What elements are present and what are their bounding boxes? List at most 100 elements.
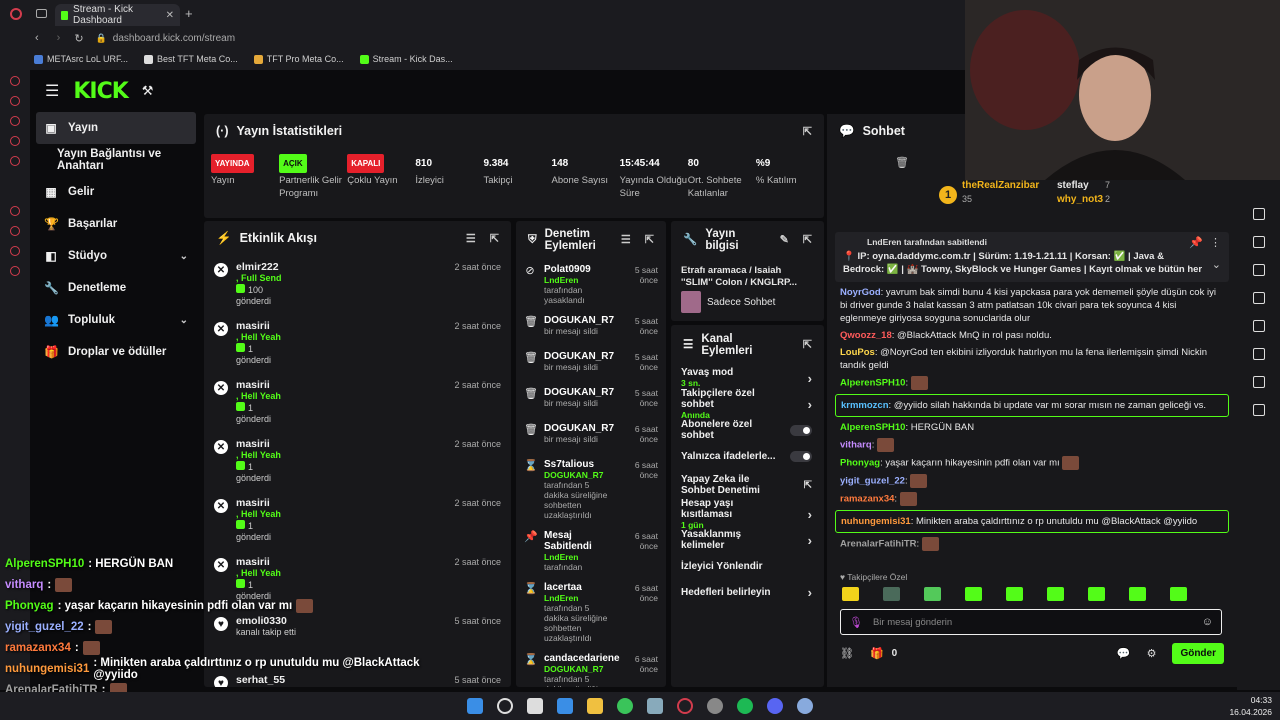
back-icon[interactable]: ‹ (35, 32, 39, 44)
nav-item-stream-key[interactable]: Yayın Bağlantısı ve Anahtarı (30, 144, 202, 176)
chat-message[interactable]: vitharq: (827, 436, 1237, 454)
close-icon[interactable]: ✕ (166, 10, 174, 21)
url-field[interactable]: dashboard.kick.com/stream (113, 33, 235, 44)
activity-user[interactable]: masirii (236, 379, 281, 391)
moderation-item[interactable]: 🗑 DOGUKAN_R7 bir mesajı sildi 5 saat önce (516, 310, 666, 346)
filter-icon[interactable]: ☰ (466, 232, 476, 245)
chat-username[interactable]: Phonyag (840, 458, 880, 469)
popout-icon[interactable]: ⇱ (490, 232, 499, 245)
activity-item[interactable]: ✕ elmir222, Full Send 100 gönderdi 2 saat ön… (204, 255, 511, 314)
emote[interactable] (965, 587, 982, 601)
emote[interactable] (924, 587, 941, 601)
nav-item-studyo[interactable]: ◧ Stüdyo ⌄ (30, 240, 202, 272)
moderation-user[interactable]: lacertaa (544, 582, 614, 593)
gear-icon[interactable]: ⚙ (1147, 647, 1157, 660)
nav-item-basarilar[interactable]: 🏆 Başarılar (30, 208, 202, 240)
moderation-item[interactable]: 📌 Mesaj Sabitlendi LndEren tarafından 6 saa… (516, 525, 666, 577)
popout-icon[interactable]: ⇱ (803, 125, 812, 138)
chat-username[interactable]: ramazanx34 (840, 494, 894, 505)
moderation-item[interactable]: ⌛ Ss7talious DOGUKAN_R7 tarafından 5 dakik… (516, 454, 666, 525)
chat-message[interactable]: Qwoozz_18: @BlackAttack MnQ in rol pası … (827, 327, 1237, 344)
nav-item-denetleme[interactable]: 🔧 Denetleme (30, 272, 202, 304)
whatsapp-icon[interactable] (617, 698, 633, 714)
browser-logo-icon[interactable] (10, 8, 22, 20)
chat-icon[interactable] (1252, 292, 1265, 304)
folder-icon[interactable] (587, 698, 603, 714)
browser-tab[interactable]: Stream - Kick Dashboard ✕ (55, 4, 180, 26)
lightning-icon[interactable] (1252, 236, 1265, 248)
channel-action[interactable]: Yapay Zeka ile Sohbet Denetimi ⇱ (671, 469, 824, 501)
sidebar-app-icon[interactable] (10, 226, 20, 236)
channel-action[interactable]: Hesap yaşı kısıtlaması 1 gün › (671, 498, 824, 530)
nav-item-topluluk[interactable]: 👥 Topluluk ⌄ (30, 304, 202, 336)
chat-message[interactable]: ramazanx34: (827, 490, 1237, 508)
chat-message[interactable]: ArenalarFatihiTR: (827, 535, 1237, 553)
chat-username[interactable]: yigit_guzel_22 (840, 476, 905, 487)
emote[interactable] (842, 587, 859, 601)
tab-actions-icon[interactable] (36, 9, 47, 18)
nav-item-yayin[interactable]: ▣ Yayın (36, 112, 196, 144)
moderation-user[interactable]: Ss7talious (544, 459, 614, 470)
chat-message[interactable]: nuhungemisi31: Minikten araba çaldırttın… (835, 510, 1229, 533)
moderation-user[interactable]: DOGUKAN_R7 (544, 423, 614, 434)
kick-logo[interactable]: KICK (73, 79, 128, 104)
channel-action[interactable]: Takipçilere özel sohbet Anında › (671, 388, 824, 420)
activity-user[interactable]: elmir222 (236, 261, 282, 273)
channel-action[interactable]: Yasaklanmış kelimeler › (671, 527, 824, 553)
clock-date[interactable]: 16.04.2026 (1229, 706, 1272, 718)
emote[interactable] (1047, 587, 1064, 601)
moderation-user[interactable]: DOGUKAN_R7 (544, 351, 614, 362)
discord-icon[interactable] (767, 698, 783, 714)
moderation-user[interactable]: candacedariene (544, 653, 620, 664)
sidebar-app-icon[interactable] (10, 156, 20, 166)
filter-icon[interactable]: ☰ (621, 234, 631, 246)
chat-username[interactable]: Qwoozz_18 (840, 330, 892, 341)
chat-input[interactable]: 🎙 Bir mesaj gönderin ☺ (840, 609, 1222, 635)
channel-action[interactable]: İzleyici Yönlendir (671, 553, 824, 579)
sidebar-app-icon[interactable] (10, 136, 20, 146)
toggle-switch[interactable] (790, 424, 812, 436)
chat-username[interactable]: NoyrGod (840, 287, 881, 298)
sidebar-app-icon[interactable] (10, 116, 20, 126)
emote[interactable] (1129, 587, 1146, 601)
popout-icon[interactable]: ⇱ (803, 339, 812, 351)
forward-icon[interactable]: › (57, 32, 61, 44)
moderation-item[interactable]: 🗑 DOGUKAN_R7 bir mesajı sildi 5 saat önce (516, 382, 666, 418)
activity-item[interactable]: ✕ masirii, Hell Yeah 1 gönderdi 2 saat önce (204, 491, 511, 550)
broadcast-icon[interactable] (1252, 320, 1265, 332)
edit-icon[interactable]: ✎ (780, 234, 789, 246)
stack-icon[interactable] (1252, 404, 1265, 416)
moderation-user[interactable]: DOGUKAN_R7 (544, 387, 614, 398)
fullscreen-icon[interactable] (1252, 208, 1265, 220)
chevron-down-icon[interactable]: ⌄ (1212, 258, 1221, 271)
activity-item[interactable]: ✕ masirii, Hell Yeah 1 gönderdi 2 saat önce (204, 373, 511, 432)
trash-icon[interactable]: 🗑 (895, 157, 909, 169)
activity-user[interactable]: masirii (236, 497, 281, 509)
app-icon[interactable] (707, 698, 723, 714)
chat-username[interactable]: nuhungemisi31 (841, 516, 911, 527)
channel-action[interactable]: Hedefleri belirleyin › (671, 579, 824, 605)
moderation-user[interactable]: Polat0909 (544, 264, 614, 275)
moderation-item[interactable]: ⌛ candacedarieneDOGUKAN_R7 tarafından 5 d… (516, 648, 666, 687)
app-icon[interactable] (647, 698, 663, 714)
sidebar-app-icon[interactable] (10, 266, 20, 276)
mic-icon[interactable]: 🎙 (849, 616, 863, 629)
menu-icon[interactable]: ☰ (45, 81, 59, 101)
activity-user[interactable]: masirii (236, 320, 281, 332)
document-icon[interactable] (1252, 264, 1265, 276)
moderation-item[interactable]: ⊘ Polat0909 LndEren tarafından yasaklandı 5… (516, 259, 666, 310)
leader-user[interactable]: theRealZanzibar (962, 180, 1039, 191)
hammer-icon[interactable]: ⚒ (142, 83, 154, 99)
link-icon[interactable]: ⛓ (840, 647, 854, 660)
channel-action[interactable]: Abonelere özel sohbet (671, 417, 824, 443)
sidebar-app-icon[interactable] (10, 206, 20, 216)
bookmark[interactable]: Stream - Kick Das... (359, 54, 453, 64)
bookmark[interactable]: Best TFT Meta Co... (144, 54, 238, 64)
chat-message[interactable]: krmmozcn: @yyiido silah hakkında bi upda… (835, 394, 1229, 417)
chat-message[interactable]: AlperenSPH10: (827, 374, 1237, 392)
sidebar-app-icon[interactable] (10, 246, 20, 256)
chat-bubble-icon[interactable]: 💬 (1117, 647, 1131, 660)
chat-message[interactable]: LouPos: @NoyrGod ten ekibini izliyorduk … (827, 344, 1237, 374)
chat-message[interactable]: NoyrGod: yavrum bak simdi bunu 4 kisi ya… (827, 284, 1237, 327)
chat-username[interactable]: krmmozcn (841, 400, 889, 411)
